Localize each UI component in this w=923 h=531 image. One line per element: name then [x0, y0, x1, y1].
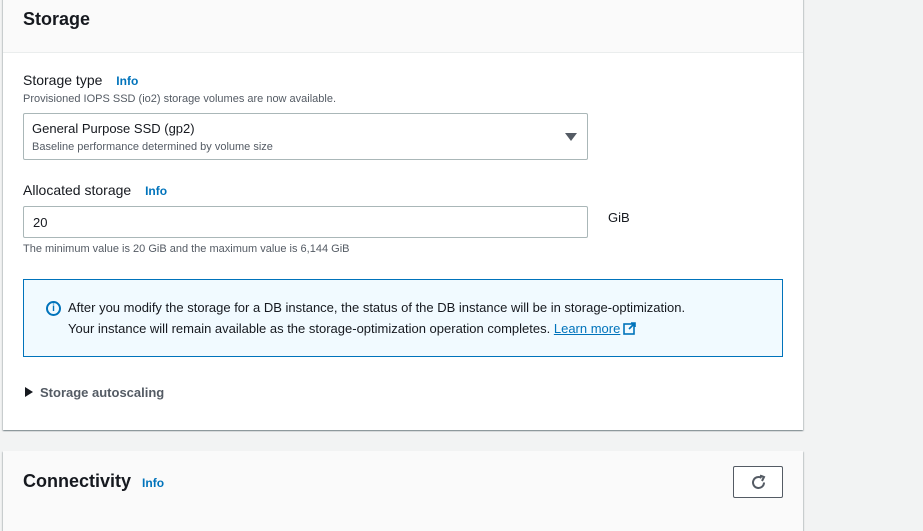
storage-type-select[interactable]: General Purpose SSD (gp2) Baseline perfo…	[23, 113, 588, 160]
connectivity-header: Connectivity Info	[3, 451, 803, 531]
allocated-storage-label: Allocated storage	[23, 182, 132, 198]
allocated-storage-unit: GiB	[608, 210, 630, 225]
storage-autoscaling-label: Storage autoscaling	[40, 385, 165, 400]
caret-down-icon	[565, 133, 577, 141]
external-link-icon[interactable]	[623, 322, 637, 335]
alert-line-1: After you modify the storage for a DB in…	[68, 300, 686, 315]
connectivity-title: Connectivity	[23, 471, 132, 491]
storage-title: Storage	[23, 9, 91, 29]
storage-type-description: Provisioned IOPS SSD (io2) storage volum…	[23, 93, 337, 105]
connectivity-panel: Connectivity Info	[3, 451, 803, 531]
alert-line-2: Your instance will remain available as t…	[68, 321, 551, 336]
learn-more-link[interactable]: Learn more	[554, 321, 620, 336]
caret-right-icon	[25, 387, 33, 397]
refresh-icon	[752, 474, 766, 489]
storage-type-label-row: Storage type Info	[23, 72, 138, 88]
allocated-storage-label-row: Allocated storage Info	[23, 182, 167, 198]
info-circle-icon: i	[46, 301, 61, 316]
allocated-storage-info-link[interactable]: Info	[145, 184, 167, 198]
storage-header: Storage	[3, 0, 803, 53]
allocated-storage-input[interactable]	[23, 206, 588, 238]
connectivity-info-link[interactable]: Info	[142, 476, 164, 490]
refresh-button[interactable]	[733, 466, 783, 498]
storage-panel: Storage Storage type Info Provisioned IO…	[3, 0, 803, 430]
storage-type-label: Storage type	[23, 72, 103, 88]
alert-message: After you modify the storage for a DB in…	[68, 297, 768, 339]
storage-type-selected-value: General Purpose SSD (gp2)	[32, 121, 195, 136]
allocated-storage-constraint: The minimum value is 20 GiB and the maxi…	[23, 243, 350, 255]
storage-type-info-link[interactable]: Info	[116, 74, 138, 88]
storage-info-alert: i After you modify the storage for a DB …	[23, 279, 783, 357]
storage-autoscaling-expander[interactable]: Storage autoscaling	[25, 385, 164, 400]
storage-type-selected-description: Baseline performance determined by volum…	[32, 141, 273, 153]
connectivity-title-row: Connectivity Info	[23, 471, 164, 492]
